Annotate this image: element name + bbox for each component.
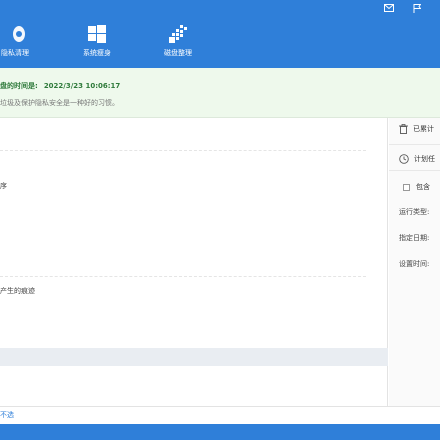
deselect-link[interactable]: 不选 (0, 410, 14, 420)
plan-task-item[interactable]: 计划任 (399, 154, 435, 164)
clean-tip-text: 垃圾及保护隐私安全是一种好的习惯。 (0, 99, 119, 107)
section-divider (0, 276, 366, 277)
schedule-panel: 已累计 计划任 包含 运行类型: 指定日期: 设置时间: (389, 118, 440, 406)
system-slim-button[interactable]: 系统瘦身 (67, 24, 127, 58)
plan-task-label: 计划任 (414, 155, 435, 163)
selected-row[interactable] (0, 348, 388, 366)
list-item[interactable]: 序 (0, 181, 7, 191)
date-label: 指定日期: (399, 234, 430, 242)
footer-bar: 不选 (0, 406, 440, 424)
last-clean-notice: 盘的时间是: 2022/3/23 10:06:17 垃圾及保护隐私安全是一种好的习… (0, 68, 440, 118)
privacy-clean-icon (0, 24, 45, 44)
time-label: 设置时间: (399, 260, 430, 268)
mail-icon[interactable] (384, 4, 394, 15)
clean-items-panel: 序 产生的痕迹 (0, 118, 388, 406)
accumulated-label: 已累计 (413, 125, 434, 133)
privacy-clean-button[interactable]: 隐私清理 (0, 24, 45, 58)
include-checkbox-row[interactable]: 包含 (403, 182, 430, 192)
accumulated-item: 已累计 (399, 124, 434, 134)
flag-icon[interactable] (413, 4, 422, 16)
status-bar (0, 424, 440, 440)
run-type-label: 运行类型: (399, 208, 430, 216)
defrag-icon (148, 24, 208, 44)
windows-icon (67, 24, 127, 44)
privacy-clean-label: 隐私清理 (1, 49, 29, 57)
last-clean-title: 盘的时间是: 2022/3/23 10:06:17 (0, 81, 120, 91)
side-divider (389, 170, 440, 171)
trash-icon (399, 124, 408, 134)
disk-defrag-button[interactable]: 磁盘整理 (148, 24, 208, 58)
last-clean-date: 2022/3/23 10:06:17 (43, 82, 121, 90)
list-item[interactable]: 产生的痕迹 (0, 286, 35, 296)
main-toolbar: 隐私清理 系统瘦身 磁盘整理 (0, 0, 440, 68)
include-label: 包含 (416, 183, 430, 191)
side-divider (389, 144, 440, 145)
include-checkbox[interactable] (403, 183, 410, 191)
disk-defrag-label: 磁盘整理 (164, 49, 192, 57)
last-clean-label: 盘的时间是: (0, 82, 38, 90)
system-slim-label: 系统瘦身 (83, 49, 111, 57)
clock-icon (399, 154, 409, 164)
section-divider (0, 150, 366, 151)
